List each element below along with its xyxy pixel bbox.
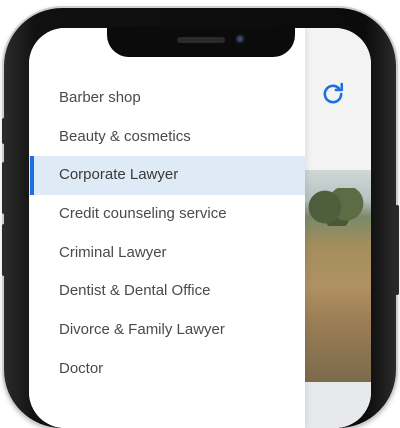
listing-photo[interactable] bbox=[299, 170, 371, 382]
category-item-corporate-lawyer[interactable]: Corporate Lawyer bbox=[29, 156, 305, 196]
volume-down-button bbox=[2, 224, 6, 276]
category-item-dentist[interactable]: Dentist & Dental Office bbox=[29, 272, 305, 311]
photo-trees bbox=[307, 188, 367, 226]
category-item-doctor[interactable]: Doctor bbox=[29, 350, 305, 389]
category-list: Barber shop Beauty & cosmetics Corporate… bbox=[29, 79, 305, 427]
category-drawer: Barber shop Beauty & cosmetics Corporate… bbox=[29, 28, 305, 428]
category-item-barber-shop[interactable]: Barber shop bbox=[29, 79, 305, 118]
front-camera bbox=[235, 34, 246, 45]
category-item-partial[interactable] bbox=[29, 389, 305, 428]
category-item-criminal-lawyer[interactable]: Criminal Lawyer bbox=[29, 234, 305, 273]
earpiece-speaker bbox=[177, 37, 225, 43]
phone-screen: Barber shop Beauty & cosmetics Corporate… bbox=[29, 28, 371, 428]
category-item-beauty-cosmetics[interactable]: Beauty & cosmetics bbox=[29, 118, 305, 157]
listing-card-footer bbox=[299, 382, 371, 428]
mute-switch bbox=[2, 118, 6, 144]
volume-up-button bbox=[2, 162, 6, 214]
side-button bbox=[395, 205, 399, 295]
category-item-divorce-family-lawyer[interactable]: Divorce & Family Lawyer bbox=[29, 311, 305, 350]
refresh-icon[interactable] bbox=[319, 80, 347, 108]
category-item-credit-counseling[interactable]: Credit counseling service bbox=[29, 195, 305, 234]
